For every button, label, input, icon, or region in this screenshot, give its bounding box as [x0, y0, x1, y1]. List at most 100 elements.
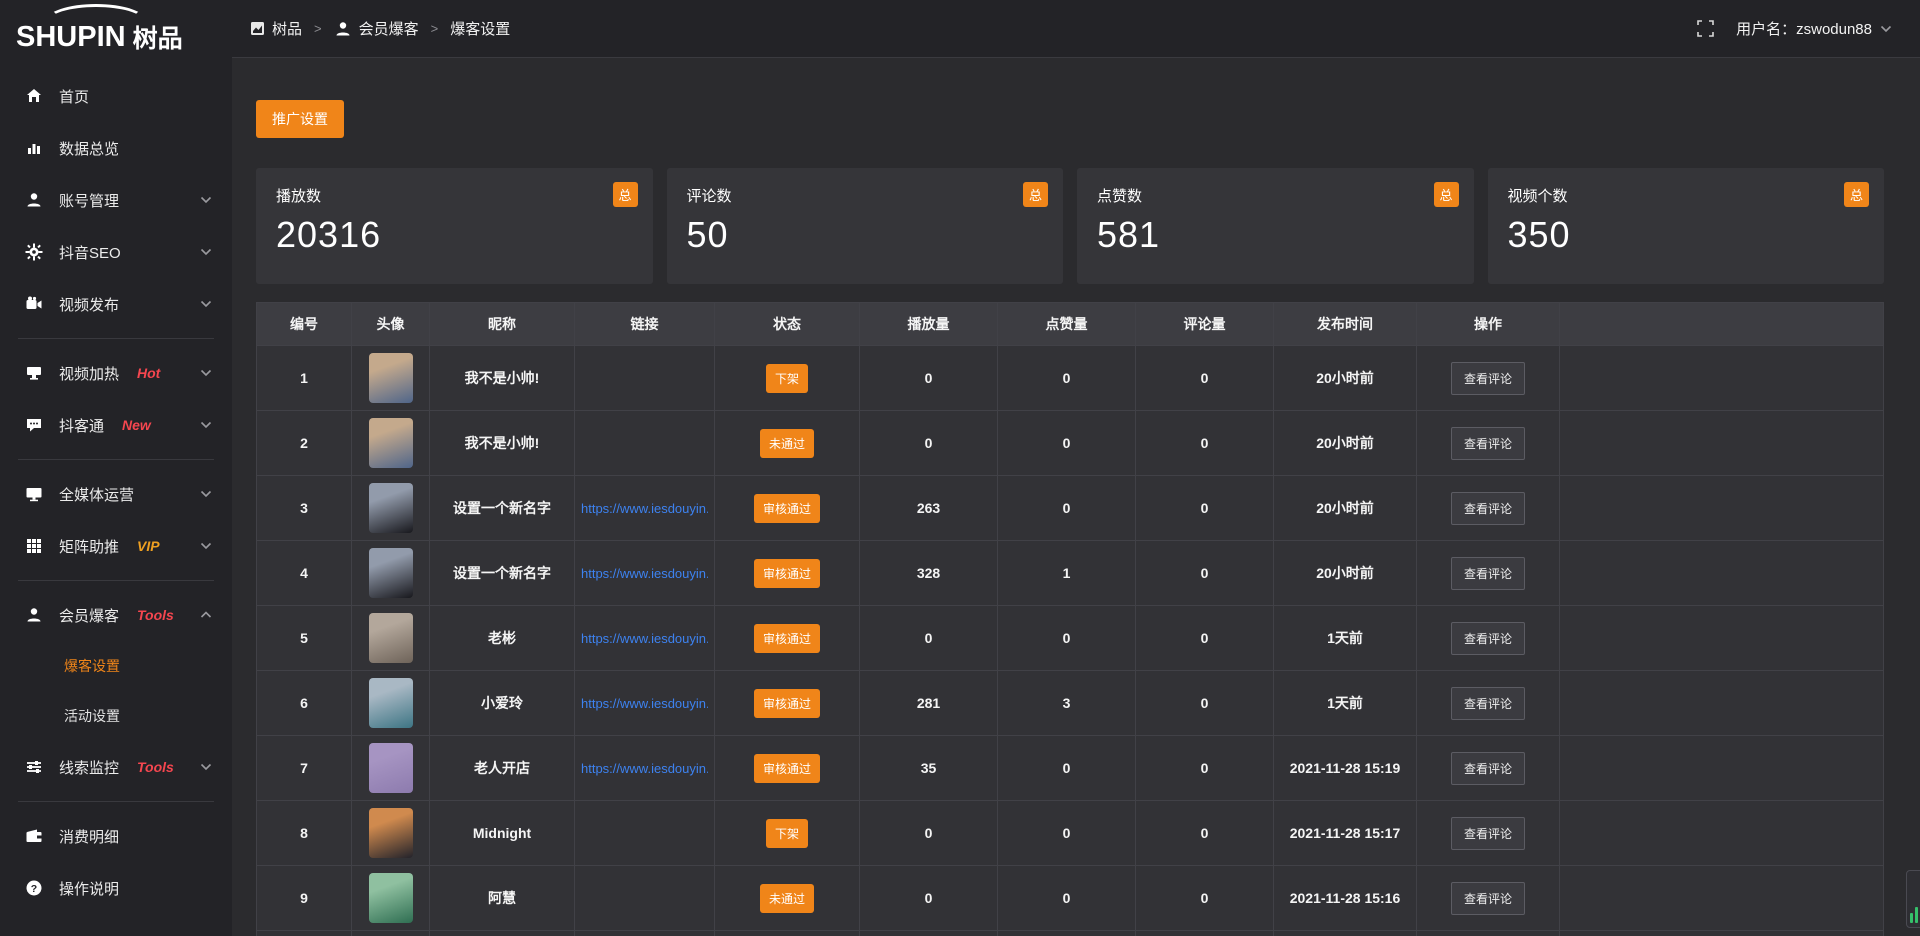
avatar: [369, 418, 413, 468]
sidebar-item-线索监控[interactable]: 线索监控Tools: [0, 741, 232, 793]
status-badge[interactable]: 下架: [766, 364, 808, 393]
stat-label: 播放数: [276, 185, 633, 206]
status-badge[interactable]: 审核通过: [754, 559, 820, 588]
logo[interactable]: SHUPIN 树品: [0, 0, 232, 58]
sidebar-item-label: 抖音SEO: [59, 242, 121, 263]
user-dropdown[interactable]: 用户名：zswodun88: [1736, 18, 1892, 39]
avatar: [369, 873, 413, 923]
sidebar-item-操作说明[interactable]: ? 操作说明: [0, 862, 232, 914]
status-badge[interactable]: 下架: [766, 819, 808, 848]
stat-label: 评论数: [687, 185, 1044, 206]
cell-comments: 0: [1136, 736, 1274, 800]
view-comments-button[interactable]: 查看评论: [1451, 817, 1525, 850]
svg-text:?: ?: [31, 883, 37, 895]
sidebar-item-label: 消费明细: [59, 826, 119, 847]
status-badge[interactable]: 审核通过: [754, 494, 820, 523]
cell-likes: 3: [998, 671, 1136, 735]
video-link[interactable]: https://www.iesdouyin.c: [581, 566, 708, 581]
breadcrumb-item-树品[interactable]: 树品: [250, 18, 302, 39]
chevron-up-icon: [200, 611, 212, 619]
cell-comments: 0: [1136, 346, 1274, 410]
cell-plays: 0: [860, 346, 998, 410]
nickname: 老人开店: [474, 758, 530, 778]
cell-publish-time: 1天前: [1274, 606, 1417, 670]
floating-widget[interactable]: [1906, 870, 1920, 928]
cell-publish-time: 1天前: [1274, 671, 1417, 735]
sidebar-subitem-爆客设置[interactable]: 爆客设置: [0, 641, 232, 691]
sidebar-item-label: 数据总览: [59, 138, 119, 159]
sidebar-subitem-活动设置[interactable]: 活动设置: [0, 691, 232, 741]
sidebar-item-消费明细[interactable]: 消费明细: [0, 810, 232, 862]
view-comments-button[interactable]: 查看评论: [1451, 882, 1525, 915]
sidebar-item-会员爆客[interactable]: 会员爆客Tools: [0, 589, 232, 641]
avatar: [369, 483, 413, 533]
sidebar-item-label: 视频发布: [59, 294, 119, 315]
column-header-评论量: 评论量: [1136, 303, 1274, 345]
sidebar-item-抖音SEO[interactable]: 抖音SEO: [0, 226, 232, 278]
sidebar-item-矩阵助推[interactable]: 矩阵助推VIP: [0, 520, 232, 572]
chevron-down-icon: [200, 490, 212, 498]
cell-comments: 0: [1136, 671, 1274, 735]
username-label: 用户名：zswodun88: [1736, 18, 1872, 39]
breadcrumb-label: 树品: [272, 18, 302, 39]
view-comments-button[interactable]: 查看评论: [1451, 752, 1525, 785]
video-link[interactable]: https://www.iesdouyin.c: [581, 501, 708, 516]
cell-plays: 0: [860, 606, 998, 670]
fullscreen-icon[interactable]: [1697, 20, 1714, 37]
video-link[interactable]: https://www.iesdouyin.c: [581, 761, 708, 776]
video-link[interactable]: https://www.iesdouyin.c: [581, 696, 708, 711]
logo-text-cn: 树品: [133, 27, 183, 52]
cell-id: 6: [257, 671, 352, 735]
cell-plays: 0: [860, 866, 998, 930]
sidebar-item-账号管理[interactable]: 账号管理: [0, 174, 232, 226]
sidebar-item-全媒体运营[interactable]: 全媒体运营: [0, 468, 232, 520]
cell-comments: 0: [1136, 866, 1274, 930]
stat-cards: 播放数20316总评论数50总点赞数581总视频个数350总: [256, 168, 1884, 284]
view-comments-button[interactable]: 查看评论: [1451, 362, 1525, 395]
breadcrumb-item-会员爆客[interactable]: 会员爆客: [334, 18, 419, 39]
sidebar-divider: [18, 338, 214, 339]
sidebar-item-数据总览[interactable]: 数据总览: [0, 122, 232, 174]
stat-card-评论数: 评论数50总: [667, 168, 1064, 284]
chart-icon: [24, 138, 44, 158]
sliders-icon: [24, 757, 44, 777]
nickname: 设置一个新名字: [453, 498, 551, 518]
sidebar-item-抖客通[interactable]: 抖客通New: [0, 399, 232, 451]
sidebar-divider: [18, 459, 214, 460]
chat-icon: [24, 415, 44, 435]
cell-publish-time: 20小时前: [1274, 476, 1417, 540]
view-comments-button[interactable]: 查看评论: [1451, 687, 1525, 720]
status-badge[interactable]: 未通过: [760, 884, 814, 913]
cell-id: 1: [257, 346, 352, 410]
status-badge[interactable]: 审核通过: [754, 689, 820, 718]
table-row: 3设置一个新名字https://www.iesdouyin.c审核通过26300…: [257, 476, 1883, 541]
wallet-icon: [24, 826, 44, 846]
widget-bar: [1910, 913, 1913, 923]
table-row: 8Midnight下架0002021-11-28 15:17查看评论: [257, 801, 1883, 866]
view-comments-button[interactable]: 查看评论: [1451, 622, 1525, 655]
cell-publish-time: 20小时前: [1274, 541, 1417, 605]
sidebar-item-视频加热[interactable]: 视频加热Hot: [0, 347, 232, 399]
stat-value: 50: [687, 214, 1044, 256]
status-badge[interactable]: 审核通过: [754, 754, 820, 783]
cell-plays: 281: [860, 671, 998, 735]
promo-settings-button[interactable]: 推广设置: [256, 100, 344, 138]
view-comments-button[interactable]: 查看评论: [1451, 492, 1525, 525]
sidebar-item-首页[interactable]: 首页: [0, 70, 232, 122]
status-badge[interactable]: 未通过: [760, 429, 814, 458]
sidebar: SHUPIN 树品 首页数据总览账号管理抖音SEO 视频发布视频加热Hot抖客通N…: [0, 0, 232, 936]
sidebar-item-视频发布[interactable]: 视频发布: [0, 278, 232, 330]
main-content: 推广设置 播放数20316总评论数50总点赞数581总视频个数350总 编号头像…: [232, 0, 1920, 936]
table-row: 4设置一个新名字https://www.iesdouyin.c审核通过32810…: [257, 541, 1883, 606]
status-badge[interactable]: 审核通过: [754, 624, 820, 653]
sidebar-item-label: 操作说明: [59, 878, 119, 899]
view-comments-button[interactable]: 查看评论: [1451, 557, 1525, 590]
chevron-down-icon: [200, 763, 212, 771]
topbar: 树品>会员爆客>爆客设置 用户名：zswodun88: [232, 0, 1920, 58]
video-link[interactable]: https://www.iesdouyin.c: [581, 631, 708, 646]
cell-likes: 0: [998, 411, 1136, 475]
avatar: [369, 548, 413, 598]
avatar: [369, 808, 413, 858]
view-comments-button[interactable]: 查看评论: [1451, 427, 1525, 460]
column-header-状态: 状态: [715, 303, 860, 345]
